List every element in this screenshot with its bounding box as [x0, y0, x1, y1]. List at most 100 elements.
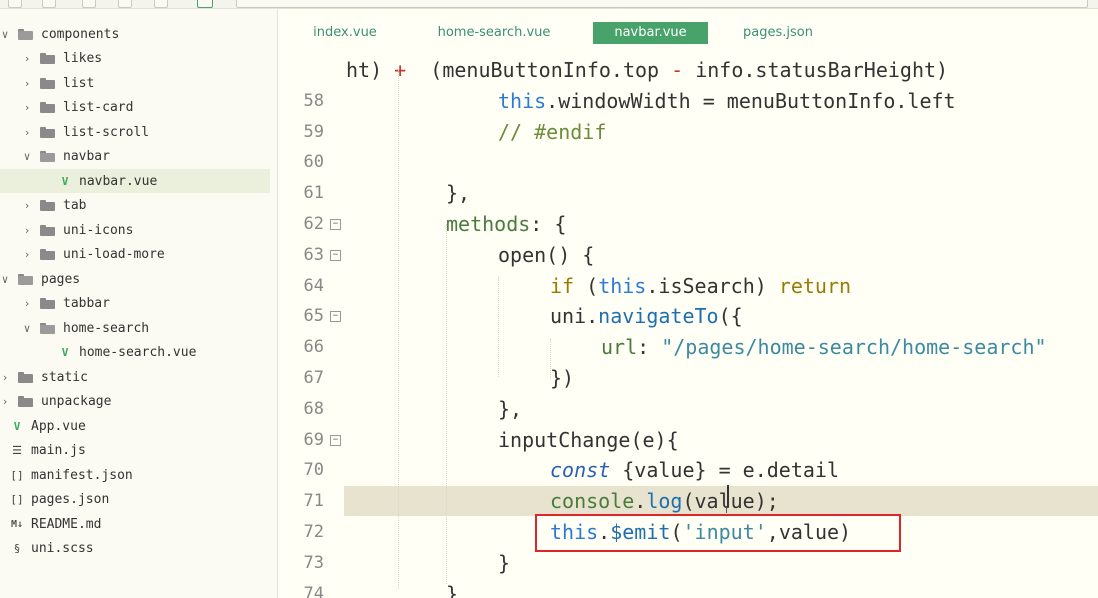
fold-minus-icon[interactable]: −	[330, 311, 341, 323]
code-token: navigateTo	[598, 304, 719, 329]
code-line[interactable]: 58 this.windowWidth = menuButtonInfo.left	[278, 86, 1098, 116]
fold-minus-icon[interactable]: −	[330, 219, 341, 230]
chevron-right-icon[interactable]: ›	[22, 248, 32, 261]
tree-item[interactable]: › list-scroll	[0, 120, 270, 144]
code-editor[interactable]: index.vue home-search.vue navbar.vue pages.…	[278, 9, 1098, 598]
toolbar-fragment-icon[interactable]	[8, 0, 22, 8]
chevron-right-icon[interactable]: ›	[22, 224, 32, 237]
tree-item[interactable]: ∨ navbar	[0, 145, 270, 169]
code-token: methods	[446, 212, 531, 236]
code-line[interactable]: 71 console.log(value);	[304, 486, 1098, 517]
toolbar-fragment-icon[interactable]	[82, 0, 96, 8]
code-text: // #endif	[498, 117, 606, 147]
chevron-right-icon[interactable]: ›	[22, 199, 32, 212]
code-line[interactable]: 61},	[278, 178, 1098, 208]
folder-icon	[18, 371, 33, 383]
indent-guide	[550, 339, 551, 379]
code-line[interactable]: ht) + (menuButtonInfo.top - info.statusB…	[278, 55, 1098, 85]
chevron-right-icon[interactable]: ›	[22, 126, 32, 139]
toolbar-fragment-icon[interactable]	[154, 0, 168, 8]
tree-item[interactable]: › tabbar	[0, 292, 270, 316]
tree-item[interactable]: [] manifest.json	[0, 463, 270, 487]
tree-item[interactable]: › list-card	[0, 96, 270, 120]
chevron-right-icon[interactable]: ›	[0, 395, 10, 408]
tree-item[interactable]: V App.vue	[0, 414, 270, 438]
tree-item[interactable]: ∨ components	[0, 22, 270, 46]
tree-item[interactable]: › unpackage	[0, 390, 270, 414]
run-icon[interactable]	[197, 0, 213, 8]
tree-item[interactable]: › uni-load-more	[0, 243, 270, 267]
tree-item[interactable]: M↓ README.md	[0, 512, 270, 536]
chevron-down-icon[interactable]: ∨	[0, 273, 10, 286]
code-line[interactable]: 60	[278, 147, 1098, 177]
line-number: 59	[303, 121, 324, 142]
code-line[interactable]: 67})	[278, 363, 1098, 393]
line-number: 61	[303, 183, 324, 204]
code-token: .windowWidth = menuButtonInfo.left	[546, 88, 956, 113]
tree-item[interactable]: ∨ pages	[0, 267, 270, 291]
code-line[interactable]: 62− methods: {	[278, 209, 1098, 239]
code-line[interactable]: 68},	[278, 394, 1098, 424]
code-line[interactable]: 74}	[278, 579, 1098, 598]
tree-item[interactable]: › likes	[0, 47, 270, 71]
code-text: },	[446, 178, 470, 208]
tree-item[interactable]: § uni.scss	[0, 537, 270, 561]
code-token: :	[637, 335, 662, 360]
line-number: 74	[303, 583, 324, 598]
tree-item[interactable]: Vnavbar.vue	[0, 169, 270, 193]
code-line[interactable]: 66 url: "/pages/home-search/home-search"	[278, 332, 1098, 362]
chevron-right-icon[interactable]: ›	[22, 297, 32, 310]
tree-item[interactable]: ☰ main.js	[0, 439, 270, 463]
editor-tab[interactable]: pages.json	[723, 22, 833, 44]
tree-item[interactable]: Vhome-search.vue	[0, 341, 270, 365]
toolbar-fragment-icon[interactable]	[118, 0, 132, 8]
address-input[interactable]	[236, 0, 1088, 8]
editor-tab[interactable]: home-search.vue	[424, 22, 564, 44]
folder-icon	[40, 126, 55, 138]
fold-minus-icon[interactable]: −	[330, 249, 341, 261]
code-line[interactable]: 69− inputChange(e){	[278, 425, 1098, 455]
tree-item-label: list-card	[63, 100, 134, 115]
folder-icon	[40, 151, 55, 162]
vue-file-icon: V	[61, 174, 69, 188]
fold-minus-icon[interactable]: −	[330, 434, 341, 446]
scss-file-icon: §	[13, 542, 21, 555]
tree-item[interactable]: ∨ home-search	[0, 316, 270, 340]
editor-tab[interactable]: navbar.vue	[593, 22, 708, 44]
code-token: },	[498, 396, 523, 421]
ibeam-cursor-icon: I	[725, 505, 728, 516]
code-line[interactable]: 64 if (this.isSearch) return	[278, 271, 1098, 301]
code-token: open() {	[498, 242, 595, 267]
tree-item-label: tab	[63, 198, 87, 213]
chevron-right-icon[interactable]: ›	[22, 52, 32, 65]
code-token: log	[646, 489, 683, 514]
tree-item-label: uni.scss	[31, 541, 94, 556]
code-line[interactable]: 70 const {value} = e.detail	[278, 455, 1098, 485]
code-line[interactable]: 59 // #endif	[278, 117, 1098, 147]
tree-item-label: unpackage	[41, 394, 112, 409]
tree-item[interactable]: › uni-icons	[0, 218, 270, 242]
code-text: open() {	[498, 240, 594, 270]
line-number: 71	[303, 491, 324, 512]
code-line[interactable]: 73}	[278, 548, 1098, 578]
chevron-right-icon[interactable]: ›	[22, 77, 32, 90]
code-text: uni.navigateTo({	[550, 301, 743, 331]
code-token: -	[671, 58, 684, 82]
code-text: url: "/pages/home-search/home-search"	[601, 332, 1047, 362]
editor-tab[interactable]: index.vue	[298, 22, 392, 44]
chevron-down-icon[interactable]: ∨	[22, 150, 32, 163]
code-line[interactable]: 63− open() {	[278, 240, 1098, 270]
tree-item[interactable]: › tab	[0, 194, 270, 218]
toolbar-fragment-icon[interactable]	[42, 0, 56, 8]
tree-item[interactable]: [] pages.json	[0, 488, 270, 512]
chevron-right-icon[interactable]: ›	[0, 371, 10, 384]
folder-icon	[40, 322, 55, 334]
code-line[interactable]: 65− uni.navigateTo({	[278, 301, 1098, 331]
tree-item[interactable]: › static	[0, 365, 270, 389]
code-token: .isSearch)	[646, 273, 779, 298]
chevron-right-icon[interactable]: ›	[22, 101, 32, 114]
chevron-down-icon[interactable]: ∨	[0, 28, 10, 41]
tree-item[interactable]: › list	[0, 71, 270, 95]
chevron-down-icon[interactable]: ∨	[22, 322, 32, 335]
line-number: 63	[303, 244, 324, 265]
